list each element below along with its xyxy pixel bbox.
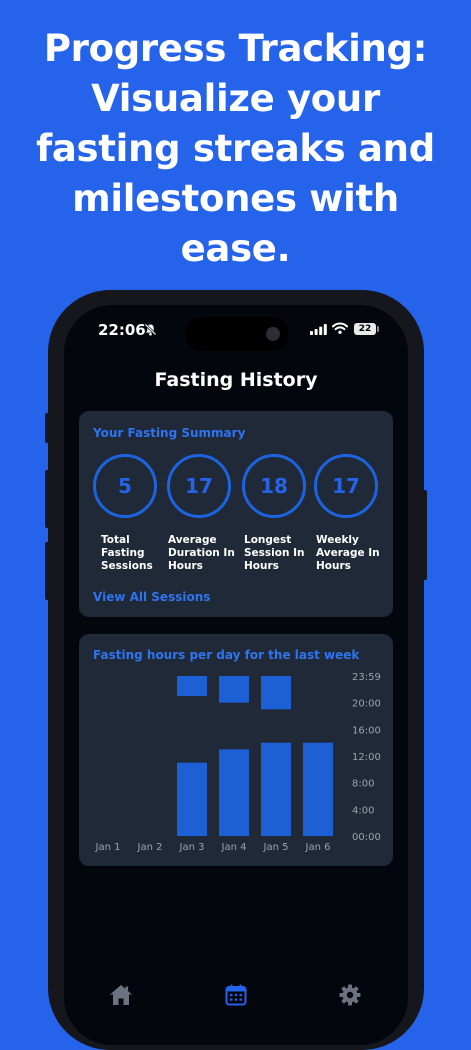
y-tick-label: 4:00 bbox=[352, 805, 374, 816]
summary-card: Your Fasting Summary 5 17 18 17 Total Fa… bbox=[79, 411, 393, 617]
bell-slash-icon bbox=[144, 323, 157, 336]
page-title: Fasting History bbox=[154, 369, 318, 391]
stat-label-line: Hours bbox=[316, 560, 351, 572]
x-tick-label: Jan 1 bbox=[95, 842, 121, 853]
headline-line: Visualize your bbox=[91, 77, 380, 120]
x-tick-label: Jan 3 bbox=[179, 842, 205, 853]
y-tick-label: 16:00 bbox=[352, 725, 381, 736]
front-camera bbox=[266, 327, 280, 341]
headline-line: Progress Tracking: bbox=[43, 27, 428, 70]
bar-segment bbox=[261, 742, 291, 836]
stat-total-sessions-value: 5 bbox=[93, 454, 157, 518]
y-tick-label: 8:00 bbox=[352, 779, 374, 790]
x-tick-label: Jan 2 bbox=[137, 842, 163, 853]
stat-label-line: Hours bbox=[244, 560, 279, 572]
phone-screen: 22:06 22 Fasting History Your Fasting Su… bbox=[64, 305, 408, 1045]
home-icon[interactable] bbox=[109, 984, 133, 1006]
view-all-sessions-link[interactable]: View All Sessions bbox=[93, 590, 210, 604]
y-tick-label: 23:59 bbox=[352, 672, 381, 683]
stat-weekly-average-value: 17 bbox=[314, 454, 378, 518]
stat-weekly-average-label: Weekly Average In Hours bbox=[316, 534, 392, 573]
y-tick-label: 20:00 bbox=[352, 699, 381, 710]
fasting-hours-chart: 23:59 20:00 16:00 12:00 8:00 4:00 00:00 Jan 1 Ja… bbox=[95, 672, 381, 853]
stat-label-line: Longest bbox=[244, 534, 292, 546]
stat-label-line: Average bbox=[168, 534, 217, 546]
headline-line: ease. bbox=[180, 227, 291, 270]
bar-segment bbox=[177, 676, 207, 696]
status-time: 22:06 bbox=[98, 321, 146, 339]
dynamic-island bbox=[185, 317, 289, 351]
stat-label-line: Session In bbox=[244, 547, 305, 559]
y-tick-label: 00:00 bbox=[352, 832, 381, 843]
stat-average-duration-label: Average Duration In Hours bbox=[168, 534, 244, 573]
stat-label-line: Duration In bbox=[168, 547, 235, 559]
bar-segment bbox=[177, 762, 207, 836]
stat-label-line: Total bbox=[101, 534, 130, 546]
x-tick-label: Jan 5 bbox=[263, 842, 289, 853]
x-tick-label: Jan 4 bbox=[221, 842, 247, 853]
cellular-signal-icon bbox=[310, 324, 327, 335]
gear-icon[interactable] bbox=[339, 984, 361, 1006]
stat-total-sessions-label: Total Fasting Sessions bbox=[101, 534, 177, 573]
wifi-icon bbox=[332, 322, 348, 334]
calendar-icon[interactable] bbox=[225, 984, 247, 1006]
stat-label-line: Weekly bbox=[316, 534, 359, 546]
battery-indicator: 22 bbox=[354, 323, 376, 335]
headline-line: milestones with bbox=[72, 177, 399, 220]
battery-nub bbox=[377, 326, 379, 332]
stat-longest-session-value: 18 bbox=[242, 454, 306, 518]
bar-segment bbox=[219, 749, 249, 836]
headline: Progress Tracking: Visualize your fastin… bbox=[0, 24, 471, 274]
bar-segment bbox=[303, 742, 333, 836]
stat-average-duration-value: 17 bbox=[167, 454, 231, 518]
stat-label-line: Average In bbox=[316, 547, 380, 559]
stat-label-line: Sessions bbox=[101, 560, 153, 572]
summary-title: Your Fasting Summary bbox=[93, 426, 246, 440]
headline-line: fasting streaks and bbox=[36, 127, 435, 170]
bar-segment bbox=[219, 676, 249, 703]
stat-label-line: Fasting bbox=[101, 547, 145, 559]
stat-longest-session-label: Longest Session In Hours bbox=[244, 534, 320, 573]
x-tick-label: Jan 6 bbox=[305, 842, 331, 853]
y-tick-label: 12:00 bbox=[352, 752, 381, 763]
bar-segment bbox=[261, 676, 291, 710]
chart-card: Fasting hours per day for the last week … bbox=[79, 634, 393, 866]
stat-label-line: Hours bbox=[168, 560, 203, 572]
